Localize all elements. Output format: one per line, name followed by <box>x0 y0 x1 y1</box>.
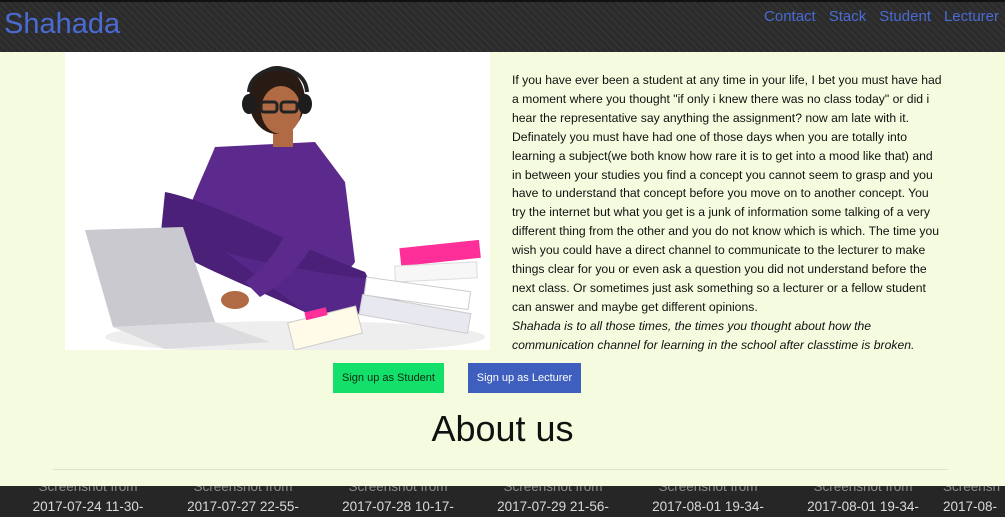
nav-link-stack[interactable]: Stack <box>829 8 867 25</box>
navbar: Shahada Contact Stack Student Lecturer <box>0 0 1005 52</box>
thumbnail-name-line2: 2017-08-01 19-34- <box>807 499 919 514</box>
nav-link-student[interactable]: Student <box>879 8 931 25</box>
thumbnail-name-line1: Screenshot from <box>658 486 758 494</box>
thumbnail-item[interactable]: Screenshot from 2017-08-01 19-34- <box>633 486 783 517</box>
thumbnail-name-line1: Screenshot from <box>38 486 138 494</box>
section-divider <box>53 469 948 470</box>
thumbnail-name-line2: 2017-07-27 22-55- <box>187 499 299 514</box>
brand-logo[interactable]: Shahada <box>4 8 120 41</box>
thumbnail-item[interactable]: Screenshot from 2017-07-27 22-55- <box>168 486 318 517</box>
thumbnail-item[interactable]: Screenshot from 2017-07-28 10-17- <box>323 486 473 517</box>
thumbnail-name-line1: Screenshot from <box>503 486 603 494</box>
intro-paragraph: If you have ever been a student at any t… <box>512 73 942 314</box>
thumbnail-name-line2: 2017-07-24 11-30- <box>32 499 144 514</box>
file-thumbnail-strip: Screenshot from 2017-07-24 11-30- Screen… <box>0 486 1005 517</box>
nav-links: Contact Stack Student Lecturer <box>764 8 999 25</box>
thumbnail-name-line1: Screensh <box>943 486 1001 494</box>
thumbnail-name-line2: 2017-08- <box>943 499 998 514</box>
thumbnail-item[interactable]: Screenshot from 2017-08-01 19-34- <box>788 486 938 517</box>
thumbnail-name-line2: 2017-07-28 10-17- <box>342 499 454 514</box>
about-heading: About us <box>431 408 574 449</box>
intro-tagline: Shahada is to all those times, the times… <box>512 318 915 352</box>
thumbnail-item[interactable]: Screensh 2017-08- <box>943 486 1005 517</box>
hero-image <box>65 52 490 350</box>
thumbnail-item[interactable]: Screenshot from 2017-07-29 21-56- <box>478 486 628 517</box>
sign-up-student-button[interactable]: Sign up as Student <box>333 363 444 393</box>
sign-up-lecturer-button[interactable]: Sign up as Lecturer <box>468 363 581 393</box>
thumbnail-name-line1: Screenshot from <box>348 486 448 494</box>
nav-link-contact[interactable]: Contact <box>764 8 816 25</box>
thumbnail-item[interactable]: Screenshot from 2017-07-24 11-30- <box>13 486 163 517</box>
thumbnail-name-line1: Screenshot from <box>813 486 913 494</box>
thumbnail-name-line1: Screenshot from <box>193 486 293 494</box>
nav-link-lecturer[interactable]: Lecturer <box>944 8 999 25</box>
thumbnail-name-line2: 2017-08-01 19-34- <box>652 499 764 514</box>
student-with-laptop-illustration <box>85 66 485 350</box>
intro-text: If you have ever been a student at any t… <box>512 71 944 355</box>
thumbnail-name-line2: 2017-07-29 21-56- <box>497 499 609 514</box>
